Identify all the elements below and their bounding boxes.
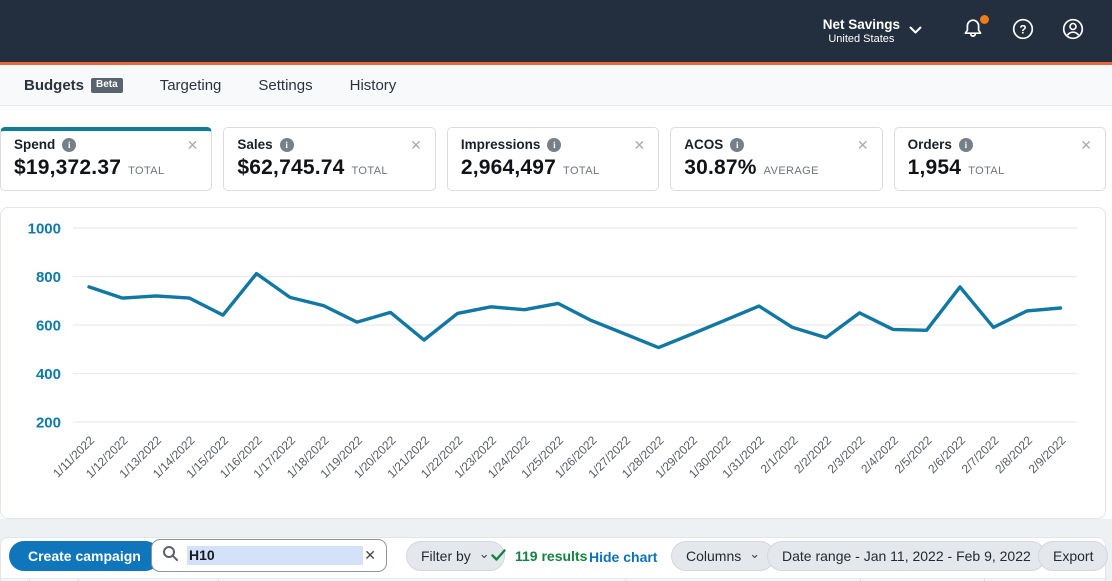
account-switcher[interactable]: Net Savings United States [823,17,922,46]
metric-label: ACOS [684,137,724,152]
metric-card-acos[interactable]: ACOS i ✕ 30.87% AVERAGE [670,127,883,191]
chevron-down-icon: ⌄ [478,546,490,561]
create-campaign-button[interactable]: Create campaign [9,541,160,571]
metric-card-spend[interactable]: Spend i ✕ $19,372.37 TOTAL [0,127,213,191]
account-region: United States [828,32,895,45]
columns-dropdown[interactable]: Columns ⌄ [671,541,776,571]
svg-text:400: 400 [36,366,61,383]
date-range-label: Date range - Jan 11, 2022 - Feb 9, 2022 [782,548,1031,564]
help-icon: ? [1011,17,1035,46]
notifications-button[interactable] [960,15,989,44]
svg-text:200: 200 [36,415,61,432]
info-icon[interactable]: i [62,137,77,152]
tab-history[interactable]: History [350,77,397,94]
svg-text:2/9/2022: 2/9/2022 [1026,433,1069,476]
metric-unit: TOTAL [128,165,165,177]
info-icon[interactable]: i [958,137,973,152]
columns-label: Columns [686,548,742,564]
account-info: Net Savings United States [823,17,900,46]
close-icon[interactable]: ✕ [633,138,645,152]
close-icon[interactable]: ✕ [857,138,869,152]
search-icon [162,545,179,567]
clear-search-icon[interactable]: ✕ [364,547,376,564]
metric-card-orders[interactable]: Orders i ✕ 1,954 TOTAL [893,127,1107,191]
tab-history-label: History [349,76,397,94]
export-button[interactable]: Export [1038,541,1109,571]
info-icon[interactable]: i [279,137,294,152]
filter-by-label: Filter by [421,548,471,564]
tab-settings-label: Settings [258,76,313,94]
svg-text:?: ? [1019,22,1026,36]
tab-budgets-label: Budgets [24,76,84,94]
metric-cards-row: Spend i ✕ $19,372.37 TOTAL Sales i ✕ $62… [0,127,1107,191]
search-value: H10 [187,546,363,565]
metric-value: $62,745.74 [237,156,345,179]
metric-label: Sales [237,137,273,152]
info-icon[interactable]: i [730,137,745,152]
svg-text:800: 800 [36,269,61,286]
metric-value: 30.87% [684,156,757,179]
tab-bar: Budgets Beta Targeting Settings History [0,65,1112,106]
metric-label: Orders [907,137,952,152]
metric-unit: TOTAL [563,165,600,177]
search-input[interactable]: H10 ✕ [151,539,387,572]
top-navbar: Net Savings United States ? [0,0,1112,62]
metric-value: 2,964,497 [460,156,557,179]
tab-budgets[interactable]: Budgets Beta [24,77,123,94]
close-icon[interactable]: ✕ [1080,138,1092,152]
spend-trend-chart: 10008006004002001/11/20221/12/20221/13/2… [28,221,1077,481]
beta-badge: Beta [91,77,123,93]
metric-value: $19,372.37 [14,156,122,179]
metric-label: Spend [14,137,56,152]
campaign-table-card: Create campaign H10 ✕ Filter by ⌄ 119 re… [0,537,1109,581]
svg-text:600: 600 [36,318,61,335]
tab-targeting-label: Targeting [159,76,222,94]
metric-unit: TOTAL [351,165,388,177]
metric-card-impressions[interactable]: Impressions i ✕ 2,964,497 TOTAL [446,127,660,191]
chevron-down-icon [909,22,922,40]
close-icon[interactable]: ✕ [187,138,199,152]
notification-dot [980,15,989,24]
metric-card-sales[interactable]: Sales i ✕ $62,745.74 TOTAL [223,127,436,191]
results-count: 119 results [491,548,587,564]
metric-value: 1,954 [907,156,962,179]
date-range-button[interactable]: Date range - Jan 11, 2022 - Feb 9, 2022 [767,541,1046,571]
help-button[interactable]: ? [1010,18,1036,44]
hide-chart-link[interactable]: Hide chart [589,549,657,565]
metric-label: Impressions [460,137,541,152]
tab-targeting[interactable]: Targeting [160,77,222,94]
spend-trend-chart-card: 1000 800 600 400 200 1/11/2022 1/12/2022 1/13/2… [0,207,1106,519]
chevron-down-icon: ⌄ [749,546,761,561]
check-icon [491,548,506,564]
info-icon[interactable]: i [547,137,562,152]
close-icon[interactable]: ✕ [410,138,422,152]
metric-unit: AVERAGE [763,165,819,177]
metric-unit: TOTAL [968,165,1005,177]
user-icon [1061,17,1085,46]
export-label: Export [1053,548,1094,564]
svg-text:1000: 1000 [28,221,61,238]
results-count-label: 119 results [515,548,588,564]
page: Net Savings United States ? Budgets Beta… [0,0,1112,581]
tab-settings[interactable]: Settings [258,77,312,94]
table-toolbar: Create campaign H10 ✕ Filter by ⌄ 119 re… [1,538,1109,578]
filter-by-dropdown[interactable]: Filter by ⌄ [406,541,505,571]
account-menu-button[interactable] [1060,18,1086,44]
account-name: Net Savings [822,16,900,32]
